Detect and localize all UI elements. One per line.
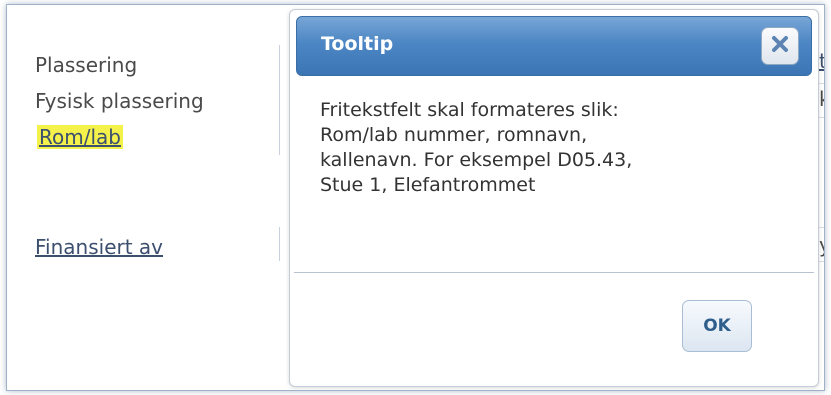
window-frame: Plassering Fysisk plassering Rom/lab Fin… <box>6 4 825 391</box>
message-line: Stue 1, Elefantrommet <box>320 174 536 196</box>
field-value-fragment: k <box>819 87 824 111</box>
field-value-fragment: y <box>819 233 824 257</box>
tooltip-dialog: Tooltip Fritekstfelt skal formateres sli… <box>289 9 819 387</box>
message-line: Rom/lab nummer, romnavn, <box>320 124 588 146</box>
field-value-fragment: t <box>819 49 824 73</box>
field-left-edge <box>279 45 280 155</box>
label-plassering: Plassering <box>35 53 138 77</box>
link-rom-lab[interactable]: Rom/lab <box>37 125 123 149</box>
close-icon <box>770 34 790 58</box>
dialog-titlebar[interactable]: Tooltip <box>296 16 812 76</box>
ok-button[interactable]: OK <box>682 300 752 352</box>
close-button[interactable] <box>761 27 799 65</box>
dialog-message: Fritekstfelt skal formateres slik: Rom/l… <box>320 98 790 198</box>
label-fysisk-plassering: Fysisk plassering <box>35 89 204 113</box>
field-left-edge <box>279 227 280 261</box>
message-line: Fritekstfelt skal formateres slik: <box>320 99 619 121</box>
dialog-title: Tooltip <box>321 33 394 55</box>
message-line: kallenavn. For eksempel D05.43, <box>320 149 633 171</box>
link-finansiert-av[interactable]: Finansiert av <box>35 235 163 259</box>
dialog-separator <box>294 272 814 273</box>
